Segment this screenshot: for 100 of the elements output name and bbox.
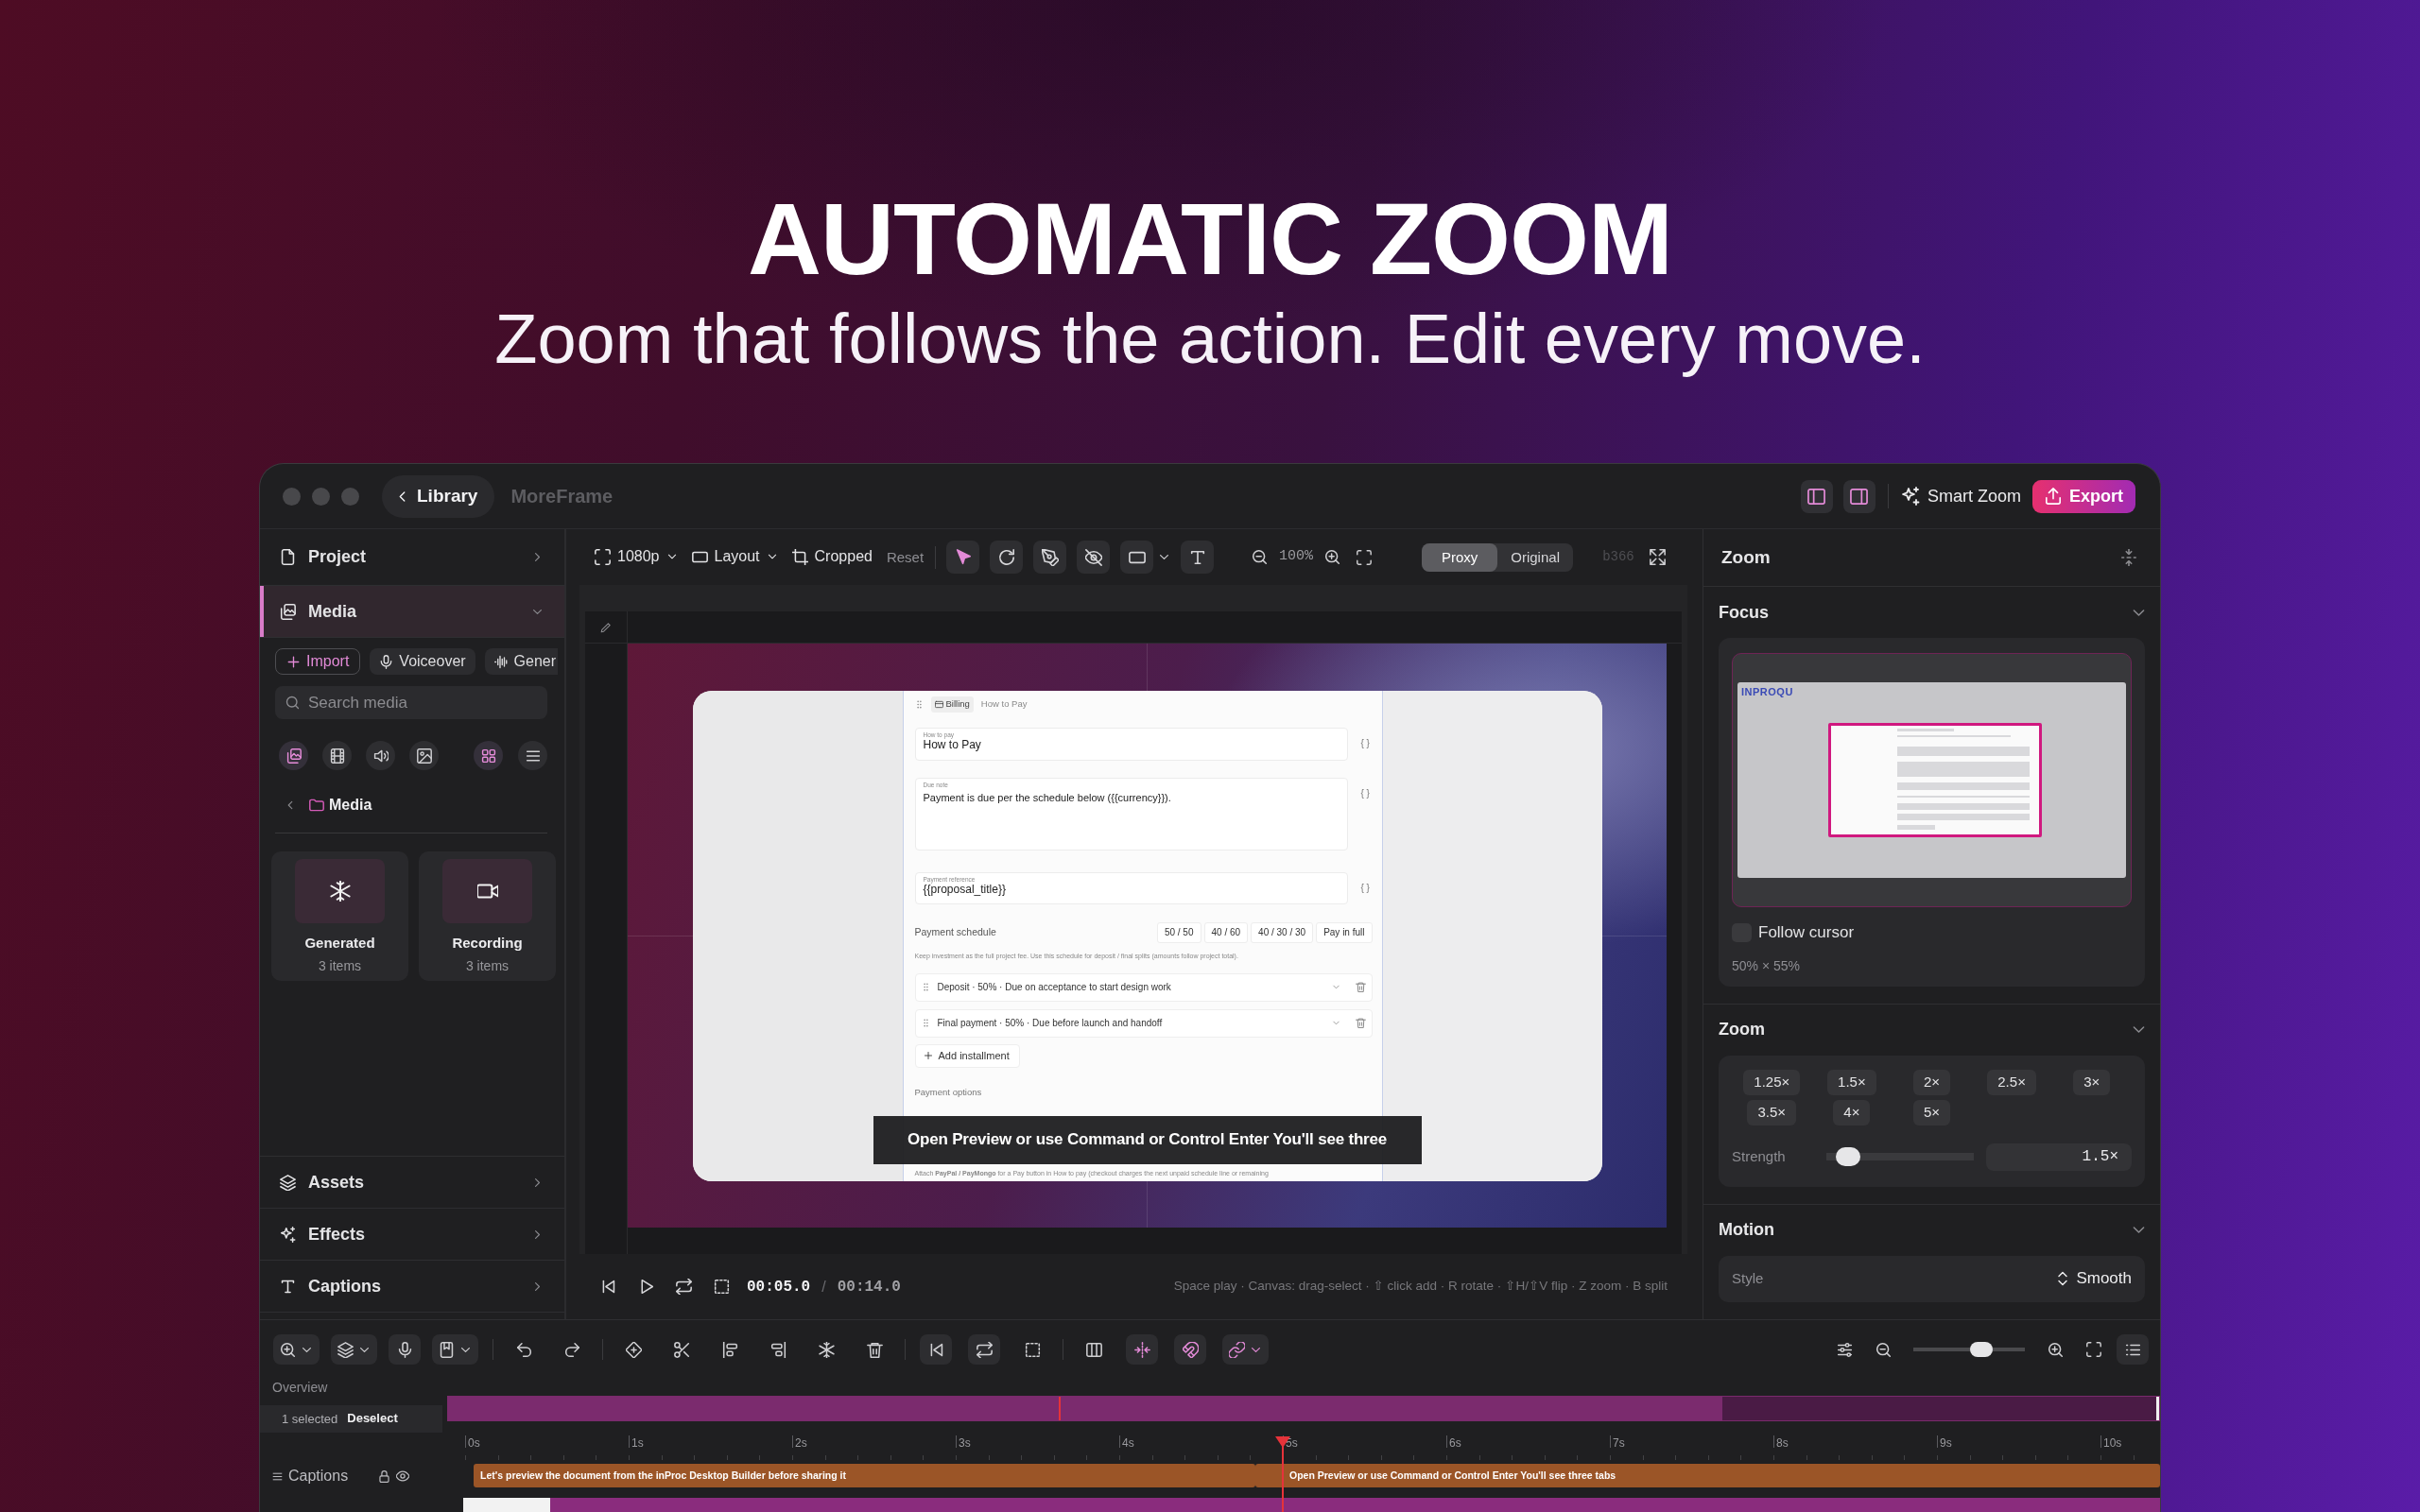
preset-button[interactable]: 40 / 60 <box>1203 921 1249 943</box>
caption-clip[interactable]: Open Preview or use Command or Control Enter You'll see three tabs <box>1255 1464 2160 1487</box>
export-button[interactable]: Export <box>2032 479 2135 513</box>
plus-icon <box>923 1051 933 1060</box>
region-button[interactable] <box>714 1279 730 1295</box>
crop-button[interactable]: Cropped <box>791 548 873 566</box>
microphone-icon <box>379 654 394 669</box>
generate-button[interactable]: Gener <box>484 648 559 675</box>
select-tool-button[interactable] <box>946 541 980 574</box>
align-left-icon <box>721 1341 738 1358</box>
slider-thumb[interactable] <box>1836 1147 1861 1166</box>
value-field[interactable]: 1.5× <box>1986 1143 2132 1171</box>
upload-icon <box>2045 488 2062 505</box>
zoom-in-button[interactable] <box>1324 549 1341 565</box>
card-icon <box>934 700 943 709</box>
list-view-button[interactable] <box>518 741 547 770</box>
zoom-preset-button[interactable]: 1.25× <box>1743 1069 1801 1095</box>
loop-button[interactable] <box>968 1334 1000 1365</box>
section-header[interactable]: Motion <box>1703 1204 2160 1256</box>
zoom-out-button[interactable] <box>1252 549 1269 565</box>
visibility-button[interactable] <box>396 1469 409 1483</box>
section-header[interactable]: Focus <box>1703 587 2160 638</box>
breadcrumb-link[interactable]: Billing <box>930 696 974 713</box>
skip-to-start-button[interactable] <box>600 1279 616 1295</box>
lock-icon <box>378 1469 390 1483</box>
back-button[interactable]: Library <box>382 474 495 518</box>
rotate-tool-button[interactable] <box>990 541 1024 574</box>
zoom-preset-button[interactable]: 2.5× <box>1987 1069 2036 1095</box>
redo-icon <box>563 1341 580 1358</box>
zoom-preset-button[interactable]: 5× <box>1912 1099 1951 1125</box>
import-button[interactable]: Import <box>275 648 361 675</box>
audio-filter-button[interactable] <box>366 741 395 770</box>
segment-button[interactable]: Proxy <box>1422 542 1498 572</box>
folder-card[interactable]: Generated 3 items <box>271 851 408 981</box>
preset-button[interactable]: Pay in full <box>1316 921 1373 943</box>
video-camera-icon <box>476 881 498 902</box>
smart-zoom-button[interactable]: Smart Zoom <box>1900 486 2021 507</box>
resolution-dropdown[interactable]: 1080p <box>595 548 678 566</box>
split-button[interactable] <box>1126 1334 1158 1365</box>
left-panel-button[interactable] <box>1800 479 1833 513</box>
zoom-preset-button[interactable]: 3.5× <box>1747 1099 1797 1125</box>
preset-button[interactable]: 40 / 30 / 30 <box>1251 921 1314 943</box>
rotate-icon <box>997 548 1015 566</box>
video-filter-button[interactable] <box>322 741 352 770</box>
zoom-button[interactable] <box>273 1334 320 1365</box>
speaker-icon <box>372 747 389 764</box>
layers-button[interactable] <box>331 1334 377 1365</box>
zoom-preset-button[interactable]: 3× <box>2073 1069 2111 1095</box>
zoom-preset-button[interactable]: 2× <box>1912 1069 1951 1095</box>
sidebar-item[interactable]: Effects <box>260 1209 564 1261</box>
play-button[interactable] <box>638 1279 654 1295</box>
sidebar-item[interactable]: Assets <box>260 1157 564 1209</box>
voiceover-button[interactable]: Voiceover <box>370 648 475 675</box>
search-field[interactable]: Search media <box>275 686 547 719</box>
shape-tool-button[interactable] <box>1120 541 1154 574</box>
deselect-button[interactable]: Deselect <box>347 1412 398 1426</box>
caption-clip[interactable]: Let's preview the document from the inProc Desktop Builder before sharing it <box>474 1464 1255 1487</box>
to-start-button[interactable] <box>920 1334 952 1365</box>
current-time: 00:05.0 <box>747 1277 811 1297</box>
segment-button[interactable]: Original <box>1497 542 1574 572</box>
lock-button[interactable] <box>378 1469 390 1483</box>
frame-corners-icon <box>2086 1342 2101 1357</box>
zoom-preset-button[interactable]: 1.5× <box>1827 1069 1876 1095</box>
braces-label: { } <box>1360 736 1370 750</box>
preset-button[interactable]: 50 / 50 <box>1156 921 1201 943</box>
slider-thumb[interactable] <box>1969 1342 1993 1357</box>
add-installment-button[interactable]: Add installment <box>914 1043 1020 1068</box>
layout-dropdown[interactable]: Layout <box>691 548 778 566</box>
field-value: Payment is due per the schedule below ({{currency}}). <box>923 791 1171 805</box>
focus-size: 50% × 55% <box>1732 956 1801 975</box>
bookmark-button[interactable] <box>432 1334 478 1365</box>
reset-button[interactable]: Reset <box>886 548 925 566</box>
video-clip[interactable] <box>463 1498 2160 1512</box>
caption-overlay: Open Preview or use Command or Control Enter You'll see three <box>873 1115 1422 1164</box>
zoom-preset-button[interactable]: 4× <box>1833 1099 1871 1125</box>
collapse-button[interactable] <box>2120 549 2137 566</box>
sparkles-icon <box>1900 487 1920 506</box>
section-header[interactable]: Zoom <box>1703 1004 2160 1056</box>
section-label: Payment options <box>914 1086 982 1097</box>
sidebar-item[interactable]: Captions <box>260 1261 564 1313</box>
right-panel-button[interactable] <box>1842 479 1876 513</box>
pen-tool-button[interactable] <box>1033 541 1067 574</box>
grid-view-button[interactable] <box>474 741 503 770</box>
folder-card[interactable]: Recording 3 items <box>419 851 556 981</box>
fit-button[interactable] <box>1357 549 1373 565</box>
style-select[interactable]: Smooth <box>2055 1269 2132 1288</box>
pen-icon <box>1041 548 1059 566</box>
undo-icon <box>515 1341 532 1358</box>
link-button[interactable] <box>1222 1334 1269 1365</box>
image-filter-button[interactable] <box>409 741 439 770</box>
snap-button[interactable] <box>1174 1334 1206 1365</box>
hide-tool-button[interactable] <box>1077 541 1111 574</box>
list-view-button[interactable] <box>2117 1334 2149 1365</box>
mic-button[interactable] <box>389 1334 421 1365</box>
loop-button[interactable] <box>676 1279 692 1295</box>
sidebar-item[interactable]: Media <box>260 586 564 638</box>
text-tool-button[interactable] <box>1181 541 1215 574</box>
fullscreen-button[interactable] <box>1649 549 1666 565</box>
grip-icon <box>921 983 930 991</box>
all-filter-button[interactable] <box>279 741 308 770</box>
